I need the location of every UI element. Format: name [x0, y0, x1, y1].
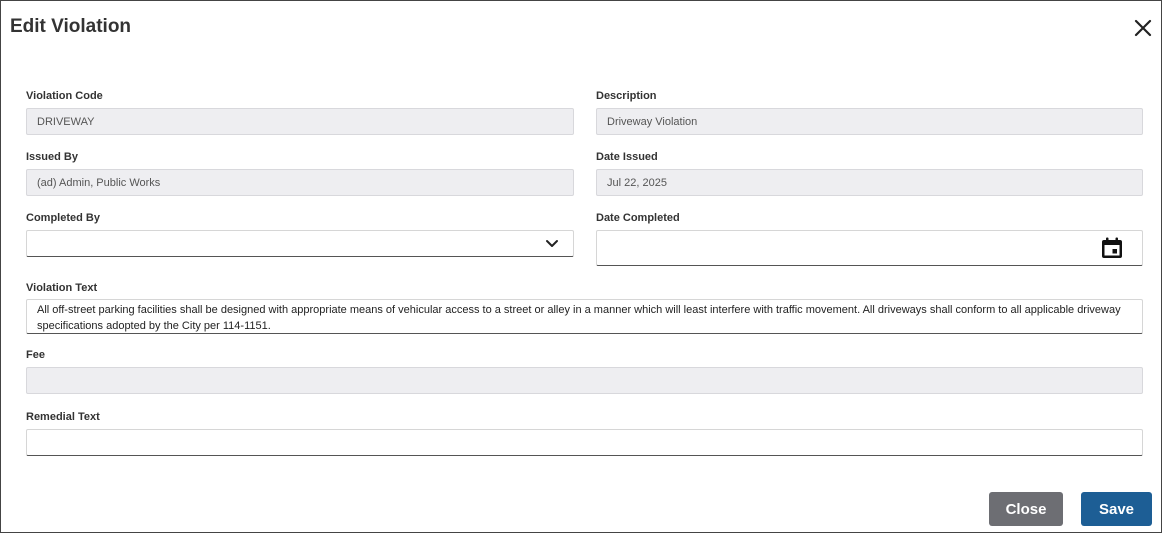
remedial-text-label: Remedial Text: [26, 411, 100, 423]
date-completed-input[interactable]: [596, 230, 1143, 266]
violation-code-value: DRIVEWAY: [37, 115, 95, 128]
completed-by-label: Completed By: [26, 212, 100, 224]
date-issued-value: Jul 22, 2025: [607, 176, 667, 189]
fee-label: Fee: [26, 349, 45, 361]
description-field: Driveway Violation: [596, 108, 1143, 135]
violation-text-label: Violation Text: [26, 282, 98, 294]
violation-code-field: DRIVEWAY: [26, 108, 574, 135]
date-issued-label: Date Issued: [596, 151, 658, 163]
close-button[interactable]: Close: [989, 492, 1063, 526]
edit-violation-dialog: Edit Violation Violation Code DRIVEWAY D…: [0, 0, 1162, 533]
description-value: Driveway Violation: [607, 115, 698, 128]
date-completed-label: Date Completed: [596, 212, 680, 224]
remedial-text-input[interactable]: [26, 429, 1143, 456]
dialog-title: Edit Violation: [10, 16, 132, 37]
chevron-down-icon[interactable]: [545, 239, 559, 252]
issued-by-value: (ad) Admin, Public Works: [37, 176, 161, 189]
save-button[interactable]: Save: [1081, 492, 1152, 526]
date-issued-field: Jul 22, 2025: [596, 169, 1143, 196]
description-label: Description: [596, 90, 657, 102]
violation-text-value: All off-street parking facilities shall …: [37, 304, 1121, 332]
close-icon[interactable]: [1131, 16, 1155, 40]
issued-by-label: Issued By: [26, 151, 78, 163]
violation-text-area[interactable]: All off-street parking facilities shall …: [26, 299, 1143, 334]
fee-field: [26, 367, 1143, 394]
violation-code-label: Violation Code: [26, 90, 103, 102]
issued-by-field: (ad) Admin, Public Works: [26, 169, 574, 196]
calendar-icon[interactable]: [1101, 237, 1123, 262]
completed-by-dropdown[interactable]: [26, 230, 574, 257]
